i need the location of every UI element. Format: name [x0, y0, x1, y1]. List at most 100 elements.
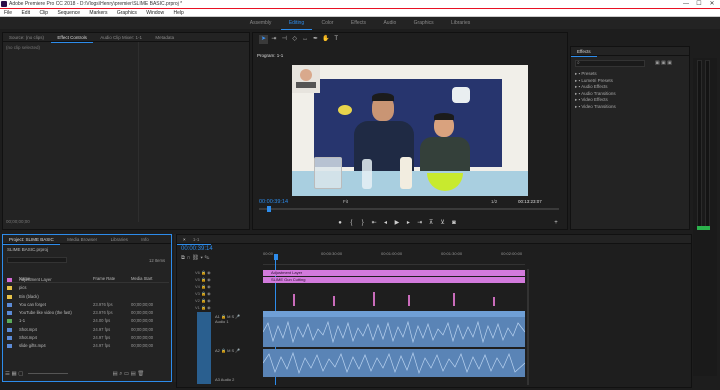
- new-item-icon[interactable]: ▤: [131, 371, 136, 377]
- effects-folder-video-transitions[interactable]: ▸ ▪ Video Transitions: [575, 104, 616, 111]
- workspace-effects[interactable]: Effects: [343, 17, 374, 29]
- menu-help[interactable]: Help: [169, 9, 187, 17]
- add-marker-icon[interactable]: ▾: [200, 255, 202, 261]
- program-label[interactable]: Program: 1-1: [257, 53, 283, 58]
- slime-gun-clip[interactable]: SLIME Gun Cutting: [263, 277, 525, 283]
- linked-icon[interactable]: ⛓: [192, 255, 199, 261]
- marker-icon[interactable]: ●: [335, 218, 345, 228]
- pen-tool-icon[interactable]: ✒: [311, 35, 320, 44]
- title-clip-marker[interactable]: [293, 294, 295, 306]
- audio-clip-a2[interactable]: [263, 349, 525, 377]
- zoom-slider[interactable]: [27, 373, 68, 375]
- workspace-audio[interactable]: Audio: [375, 17, 404, 29]
- tab-project[interactable]: Project: SLIME BASIC: [3, 235, 60, 245]
- play-icon[interactable]: ▶: [392, 218, 402, 228]
- project-row[interactable]: YouTube like video (the fast) 23.976 fps 0…: [5, 309, 169, 317]
- track-v4[interactable]: V4 🔒 ◉: [195, 284, 255, 290]
- project-row[interactable]: slide gifts.mp4 24.97 fps 00;00;00;00: [5, 342, 169, 350]
- step-forward-icon[interactable]: ▸: [403, 218, 413, 228]
- lift-icon[interactable]: ⊼: [426, 218, 436, 228]
- project-row[interactable]: Shot.mp4 24.97 fps 00;00;00;00: [5, 334, 169, 342]
- track-v6[interactable]: V6 🔒 ◉: [195, 270, 255, 276]
- menu-clip[interactable]: Clip: [35, 9, 52, 17]
- resolution-select[interactable]: 1/2: [491, 199, 497, 204]
- export-frame-icon[interactable]: ◙: [449, 218, 459, 228]
- workspace-editing[interactable]: Editing: [280, 17, 313, 30]
- tab-source[interactable]: Source: (no clips): [3, 33, 50, 42]
- maximize-button[interactable]: ☐: [693, 0, 705, 9]
- yuv-icon[interactable]: ▣: [667, 60, 672, 66]
- project-row[interactable]: Shot.mp4 24.97 fps 00;00;00;00: [5, 326, 169, 334]
- title-clip-marker[interactable]: [333, 296, 335, 306]
- type-tool-icon[interactable]: T: [332, 35, 341, 44]
- list-view-icon[interactable]: ☰: [5, 371, 10, 377]
- menu-window[interactable]: Window: [142, 9, 168, 17]
- playhead-marker[interactable]: [267, 206, 271, 212]
- extract-icon[interactable]: ⊻: [438, 218, 448, 228]
- go-to-in-icon[interactable]: ⇤: [369, 218, 379, 228]
- freeform-view-icon[interactable]: ▢: [18, 371, 23, 377]
- adjustment-layer-clip[interactable]: Adjustment Layer: [263, 270, 525, 276]
- tab-sequence[interactable]: × 1-1: [177, 235, 212, 245]
- project-row[interactable]: Adjustment Layer: [5, 276, 169, 284]
- tab-media-browser[interactable]: Media Browser: [61, 235, 103, 244]
- snap-icon[interactable]: ∩: [186, 255, 190, 261]
- tab-audio-clip-mixer[interactable]: Audio Clip Mixer: 1-1: [94, 33, 148, 42]
- track-a2[interactable]: A2 🔒 M S 🎤: [215, 348, 259, 378]
- track-select-icon[interactable]: ⇥: [269, 35, 278, 44]
- tab-libraries[interactable]: Libraries: [105, 235, 134, 244]
- track-a3[interactable]: A3 Audio 2: [215, 377, 259, 385]
- close-button[interactable]: ✕: [706, 0, 718, 9]
- add-button-icon[interactable]: +: [551, 218, 561, 228]
- menu-file[interactable]: File: [0, 9, 16, 17]
- menu-edit[interactable]: Edit: [17, 9, 34, 17]
- tab-metadata[interactable]: Metadata: [149, 33, 180, 42]
- track-v5[interactable]: V5 🔒 ◉: [195, 277, 255, 283]
- tab-info[interactable]: Info: [135, 235, 155, 244]
- tab-effect-controls[interactable]: Effect Controls: [51, 33, 93, 43]
- project-row[interactable]: You can forget 23.976 fps 00;00;00;00: [5, 301, 169, 309]
- title-clip-marker[interactable]: [408, 295, 410, 306]
- zoom-fit[interactable]: Fit: [343, 199, 348, 204]
- accelerated-icon[interactable]: ▣: [655, 60, 660, 66]
- workspace-color[interactable]: Color: [314, 17, 342, 29]
- title-clip-marker[interactable]: [453, 293, 455, 306]
- find-icon[interactable]: ⌕: [119, 371, 122, 377]
- menu-graphics[interactable]: Graphics: [113, 9, 141, 17]
- title-clip-marker[interactable]: [373, 292, 375, 306]
- track-a1[interactable]: A1 🔒 M S 🎤 Audio 1: [215, 314, 259, 344]
- timeline-timecode[interactable]: 00:00:39:14: [181, 246, 213, 252]
- hand-tool-icon[interactable]: ✋: [321, 35, 330, 44]
- title-clip-marker[interactable]: [493, 297, 495, 306]
- settings-wrench-icon[interactable]: ✎: [204, 255, 209, 261]
- mark-out-icon[interactable]: }: [358, 218, 368, 228]
- slip-tool-icon[interactable]: ↔: [301, 35, 310, 44]
- 32bit-icon[interactable]: ▣: [661, 60, 666, 66]
- ripple-edit-icon[interactable]: ⊣: [280, 35, 289, 44]
- track-v3[interactable]: V3 🔒 ◉: [195, 291, 255, 297]
- workspace-libraries[interactable]: Libraries: [443, 17, 478, 29]
- new-bin-icon[interactable]: ▭: [124, 371, 129, 377]
- menu-sequence[interactable]: Sequence: [53, 9, 84, 17]
- track-target-a1[interactable]: [197, 312, 211, 384]
- trash-icon[interactable]: 🗑: [137, 371, 144, 377]
- project-row[interactable]: Bin (black): [5, 293, 169, 301]
- track-v1[interactable]: V1 🔒 ◉: [195, 305, 255, 311]
- minimize-button[interactable]: —: [680, 0, 692, 9]
- track-v2[interactable]: V2 🔒 ◉: [195, 298, 255, 304]
- step-back-icon[interactable]: ◂: [381, 218, 391, 228]
- workspace-assembly[interactable]: Assembly: [242, 17, 280, 29]
- razor-tool-icon[interactable]: ◇: [290, 35, 299, 44]
- project-search-input[interactable]: [7, 257, 67, 263]
- time-ruler[interactable]: 00:00 00:00:30:00 00:01:00:00 00:01:30:0…: [263, 249, 525, 265]
- effects-search-input[interactable]: ⌕: [575, 60, 645, 67]
- selection-tool-icon[interactable]: ➤: [259, 35, 268, 44]
- scrub-bar[interactable]: [259, 208, 559, 210]
- program-timecode[interactable]: 00:00:39:14: [259, 199, 288, 205]
- automate-icon[interactable]: ▤: [112, 371, 117, 377]
- tab-effects[interactable]: Effects: [571, 47, 597, 57]
- mark-in-icon[interactable]: {: [346, 218, 356, 228]
- icon-view-icon[interactable]: ▦: [11, 371, 16, 377]
- go-to-out-icon[interactable]: ⇥: [415, 218, 425, 228]
- workspace-graphics[interactable]: Graphics: [406, 17, 442, 29]
